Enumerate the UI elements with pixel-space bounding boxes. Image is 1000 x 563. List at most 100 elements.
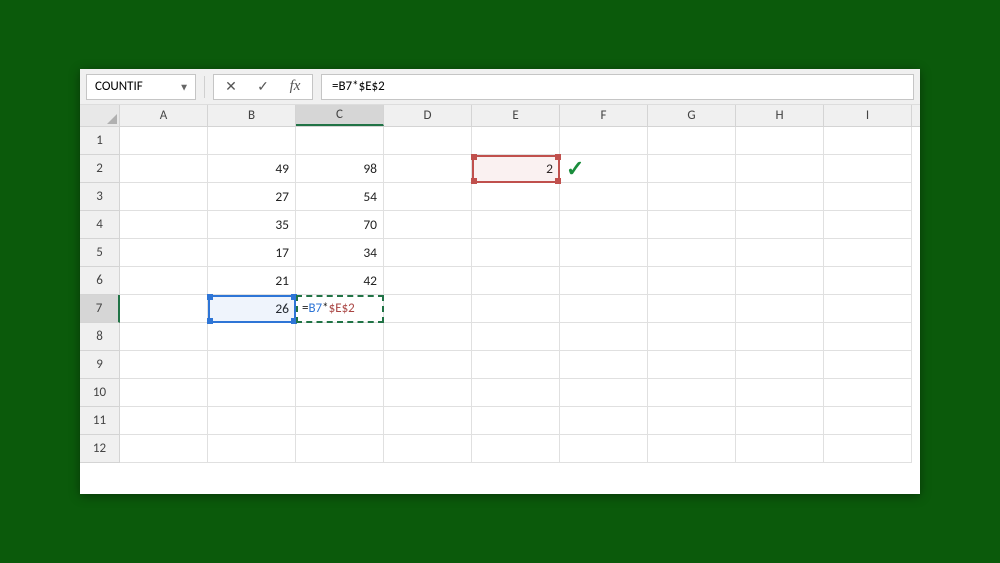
cell-E11[interactable] bbox=[472, 407, 560, 435]
cell-D3[interactable] bbox=[384, 183, 472, 211]
cell-B7[interactable]: 26 bbox=[208, 295, 296, 323]
cell-B5[interactable]: 17 bbox=[208, 239, 296, 267]
cell-I2[interactable] bbox=[824, 155, 912, 183]
cell-I6[interactable] bbox=[824, 267, 912, 295]
col-header-F[interactable]: F bbox=[560, 105, 648, 126]
cell-E10[interactable] bbox=[472, 379, 560, 407]
cell-G5[interactable] bbox=[648, 239, 736, 267]
enter-formula-button[interactable]: ✓ bbox=[250, 76, 276, 98]
cell-D9[interactable] bbox=[384, 351, 472, 379]
cell-F7[interactable] bbox=[560, 295, 648, 323]
cell-B12[interactable] bbox=[208, 435, 296, 463]
cell-I5[interactable] bbox=[824, 239, 912, 267]
cell-F10[interactable] bbox=[560, 379, 648, 407]
cell-I11[interactable] bbox=[824, 407, 912, 435]
row-header-8[interactable]: 8 bbox=[80, 323, 120, 351]
cell-I7[interactable] bbox=[824, 295, 912, 323]
row-header-11[interactable]: 11 bbox=[80, 407, 120, 435]
cell-G11[interactable] bbox=[648, 407, 736, 435]
cell-B3[interactable]: 27 bbox=[208, 183, 296, 211]
cell-C4[interactable]: 70 bbox=[296, 211, 384, 239]
col-header-H[interactable]: H bbox=[736, 105, 824, 126]
row-header-2[interactable]: 2 bbox=[80, 155, 120, 183]
cell-C1[interactable] bbox=[296, 127, 384, 155]
cell-D5[interactable] bbox=[384, 239, 472, 267]
col-header-E[interactable]: E bbox=[472, 105, 560, 126]
cell-B6[interactable]: 21 bbox=[208, 267, 296, 295]
cell-B10[interactable] bbox=[208, 379, 296, 407]
col-header-A[interactable]: A bbox=[120, 105, 208, 126]
cell-G4[interactable] bbox=[648, 211, 736, 239]
cell-E6[interactable] bbox=[472, 267, 560, 295]
cell-C7-editing[interactable]: =B7*$E$2 bbox=[296, 295, 384, 323]
cell-G6[interactable] bbox=[648, 267, 736, 295]
cell-B11[interactable] bbox=[208, 407, 296, 435]
cell-E8[interactable] bbox=[472, 323, 560, 351]
cell-D10[interactable] bbox=[384, 379, 472, 407]
cell-F9[interactable] bbox=[560, 351, 648, 379]
row-header-9[interactable]: 9 bbox=[80, 351, 120, 379]
name-box[interactable]: COUNTIF ▼ bbox=[86, 74, 196, 100]
cell-C5[interactable]: 34 bbox=[296, 239, 384, 267]
col-header-C[interactable]: C bbox=[296, 105, 384, 126]
cell-G8[interactable] bbox=[648, 323, 736, 351]
cell-B8[interactable] bbox=[208, 323, 296, 351]
cell-H8[interactable] bbox=[736, 323, 824, 351]
row-header-10[interactable]: 10 bbox=[80, 379, 120, 407]
chevron-down-icon[interactable]: ▼ bbox=[179, 80, 189, 93]
insert-function-button[interactable]: fx bbox=[282, 76, 308, 98]
row-header-5[interactable]: 5 bbox=[80, 239, 120, 267]
cell-A6[interactable] bbox=[120, 267, 208, 295]
cell-H3[interactable] bbox=[736, 183, 824, 211]
col-header-B[interactable]: B bbox=[208, 105, 296, 126]
cell-H2[interactable] bbox=[736, 155, 824, 183]
cell-H7[interactable] bbox=[736, 295, 824, 323]
cell-I4[interactable] bbox=[824, 211, 912, 239]
cell-D6[interactable] bbox=[384, 267, 472, 295]
cell-F3[interactable] bbox=[560, 183, 648, 211]
cell-F8[interactable] bbox=[560, 323, 648, 351]
cell-H10[interactable] bbox=[736, 379, 824, 407]
cell-I1[interactable] bbox=[824, 127, 912, 155]
col-header-I[interactable]: I bbox=[824, 105, 912, 126]
row-header-3[interactable]: 3 bbox=[80, 183, 120, 211]
cell-F5[interactable] bbox=[560, 239, 648, 267]
cell-G10[interactable] bbox=[648, 379, 736, 407]
cell-A5[interactable] bbox=[120, 239, 208, 267]
cell-E7[interactable] bbox=[472, 295, 560, 323]
cell-E12[interactable] bbox=[472, 435, 560, 463]
cell-E2[interactable]: 2 bbox=[472, 155, 560, 183]
cell-A12[interactable] bbox=[120, 435, 208, 463]
cell-H6[interactable] bbox=[736, 267, 824, 295]
cell-I10[interactable] bbox=[824, 379, 912, 407]
row-header-4[interactable]: 4 bbox=[80, 211, 120, 239]
cell-C6[interactable]: 42 bbox=[296, 267, 384, 295]
cell-F12[interactable] bbox=[560, 435, 648, 463]
cell-H5[interactable] bbox=[736, 239, 824, 267]
col-header-G[interactable]: G bbox=[648, 105, 736, 126]
cell-A2[interactable] bbox=[120, 155, 208, 183]
cell-H11[interactable] bbox=[736, 407, 824, 435]
row-header-1[interactable]: 1 bbox=[80, 127, 120, 155]
col-header-D[interactable]: D bbox=[384, 105, 472, 126]
cell-A10[interactable] bbox=[120, 379, 208, 407]
cell-E5[interactable] bbox=[472, 239, 560, 267]
cell-A1[interactable] bbox=[120, 127, 208, 155]
cell-E1[interactable] bbox=[472, 127, 560, 155]
cell-A7[interactable] bbox=[120, 295, 208, 323]
cell-E4[interactable] bbox=[472, 211, 560, 239]
cell-G9[interactable] bbox=[648, 351, 736, 379]
cell-C8[interactable] bbox=[296, 323, 384, 351]
cell-I3[interactable] bbox=[824, 183, 912, 211]
formula-input[interactable]: =B7*$E$2 bbox=[321, 74, 914, 100]
cell-D2[interactable] bbox=[384, 155, 472, 183]
cell-I8[interactable] bbox=[824, 323, 912, 351]
cell-C11[interactable] bbox=[296, 407, 384, 435]
cell-B1[interactable] bbox=[208, 127, 296, 155]
cell-C12[interactable] bbox=[296, 435, 384, 463]
cell-H4[interactable] bbox=[736, 211, 824, 239]
cell-D8[interactable] bbox=[384, 323, 472, 351]
cell-H9[interactable] bbox=[736, 351, 824, 379]
cell-F11[interactable] bbox=[560, 407, 648, 435]
cell-D12[interactable] bbox=[384, 435, 472, 463]
